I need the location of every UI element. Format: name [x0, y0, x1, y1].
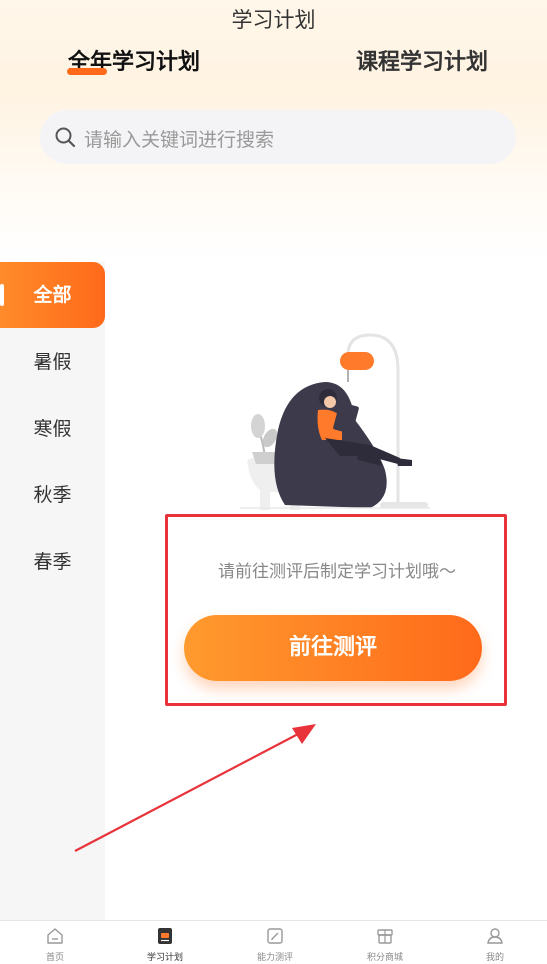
search-bar[interactable]: 请输入关键词进行搜索 — [40, 110, 516, 164]
home-icon — [47, 928, 63, 944]
go-assessment-button[interactable]: 前往测评 — [184, 615, 482, 681]
assessment-icon — [267, 928, 283, 944]
store-icon — [377, 929, 393, 944]
tab-assessment[interactable]: 能力测评 — [220, 921, 330, 964]
tab-home[interactable]: 首页 — [0, 921, 110, 964]
sidebar-item-winter[interactable]: 寒假 — [0, 396, 105, 462]
tab-profile-label: 我的 — [485, 953, 504, 963]
tab-assessment-label: 能力测评 — [256, 953, 293, 963]
sidebar-item-autumn[interactable]: 秋季 — [0, 462, 105, 528]
sidebar-item-spring[interactable]: 春季 — [0, 529, 105, 595]
sidebar-item-summer[interactable]: 暑假 — [0, 329, 105, 395]
active-tab-indicator — [67, 68, 107, 75]
page-title: 学习计划 — [231, 8, 316, 32]
empty-state-message: 请前往测评后制定学习计划哦～ — [218, 562, 456, 582]
sidebar-item-all[interactable]: 全部 — [0, 262, 105, 328]
tab-study-plan[interactable]: 学习计划 — [110, 921, 220, 964]
bottom-tab-bar: 首页 学习计划 能力测评 积分商城 我的 — [0, 920, 547, 964]
tab-home-label: 首页 — [45, 953, 64, 963]
search-input[interactable]: 请输入关键词进行搜索 — [84, 125, 274, 152]
empty-state-illustration — [240, 333, 430, 510]
tab-course-plan[interactable]: 课程学习计划 — [356, 44, 488, 76]
tab-study-plan-label: 学习计划 — [146, 953, 183, 963]
search-icon — [55, 127, 76, 148]
profile-icon — [487, 928, 503, 944]
category-sidebar: 全部 暑假 寒假 秋季 春季 — [0, 262, 105, 920]
tab-points-store[interactable]: 积分商城 — [330, 921, 440, 964]
plan-icon — [158, 928, 172, 944]
tab-points-store-label: 积分商城 — [366, 953, 403, 963]
tab-profile[interactable]: 我的 — [440, 921, 547, 964]
annotation-highlight-box: 请前往测评后制定学习计划哦～ 前往测评 — [165, 514, 507, 706]
